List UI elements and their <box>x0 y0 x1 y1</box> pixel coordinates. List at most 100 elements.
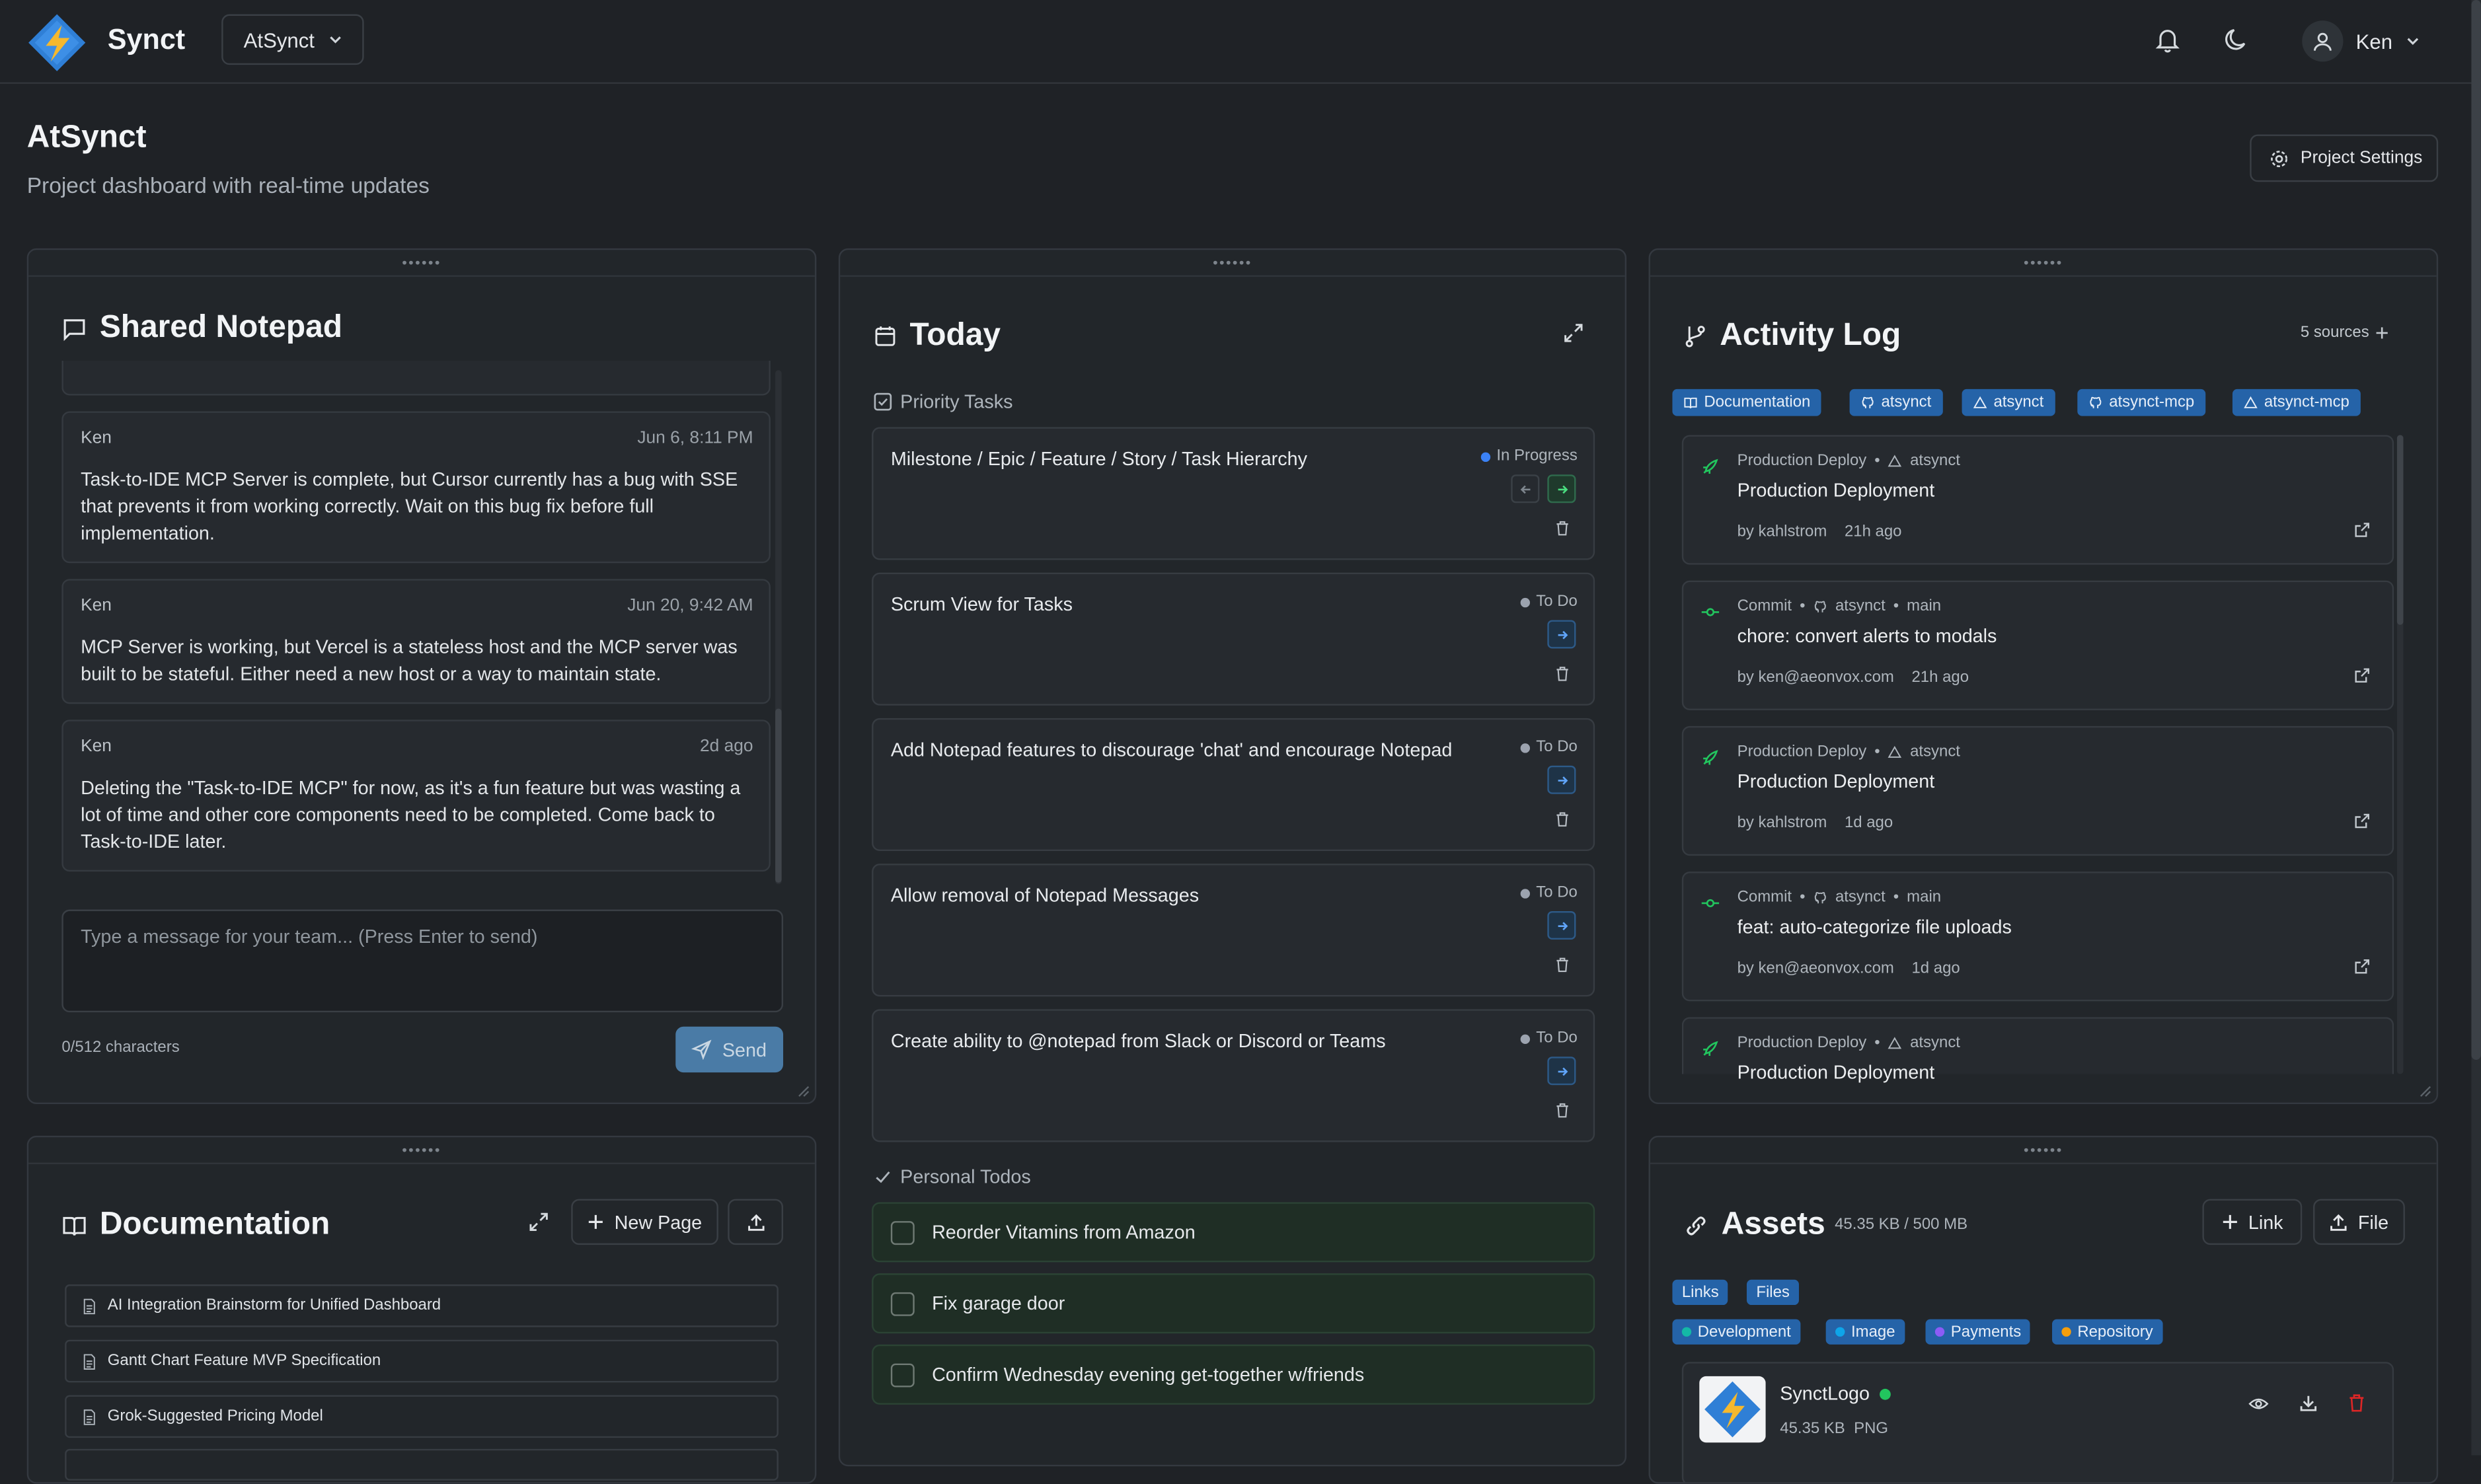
resize-handle-icon[interactable] <box>794 1082 810 1097</box>
external-link-icon[interactable] <box>2354 522 2370 538</box>
plus-icon <box>589 1214 603 1229</box>
trash-icon[interactable] <box>1555 666 1570 682</box>
resize-handle-icon[interactable] <box>2416 1082 2432 1097</box>
move-right-button[interactable] <box>1547 765 1576 794</box>
project-select[interactable]: AtSynct <box>221 14 364 65</box>
activity-entry[interactable]: Production Deploy • atsynct Production Dep… <box>1681 435 2394 565</box>
source-chip-vercel[interactable]: atsynct <box>1962 389 2055 416</box>
upload-file-button[interactable]: File <box>2313 1199 2405 1245</box>
doc-item[interactable]: Grok-Suggested Pricing Model <box>65 1395 779 1438</box>
bell-icon[interactable] <box>2153 25 2182 54</box>
sources-count: 5 sources <box>2300 324 2369 342</box>
category-chip-image[interactable]: Image <box>1825 1319 1905 1345</box>
task-status: To Do <box>1520 593 1578 611</box>
message-input[interactable]: Type a message for your team... (Press E… <box>61 909 784 1013</box>
github-icon <box>1814 601 1826 612</box>
category-label: Payments <box>1950 1323 2022 1341</box>
activity-entry[interactable]: Production Deploy • atsynct Production Dep… <box>1681 1017 2394 1084</box>
new-page-label: New Page <box>614 1210 703 1234</box>
trash-icon[interactable] <box>1555 811 1570 827</box>
activity-entry[interactable]: Production Deploy • atsynct Production Dep… <box>1681 725 2394 856</box>
doc-title: Grok-Suggested Pricing Model <box>107 1407 323 1425</box>
add-link-button[interactable]: Link <box>2202 1199 2303 1245</box>
category-chip-payments[interactable]: Payments <box>1925 1319 2031 1345</box>
task-card[interactable]: Add Notepad features to discourage 'chat… <box>872 718 1595 851</box>
doc-item[interactable]: AI Integration Brainstorm for Unified Da… <box>65 1284 779 1327</box>
category-chip-development[interactable]: Development <box>1672 1319 1801 1345</box>
task-card[interactable]: Create ability to @notepad from Slack or… <box>872 1009 1595 1142</box>
asset-card[interactable]: SynctLogo 45.35 KB PNG <box>1681 1362 2394 1483</box>
asset-thumbnail-logo-icon <box>1699 1376 1766 1443</box>
drag-handle[interactable]: •••••• <box>840 250 1625 277</box>
expand-icon[interactable] <box>1563 322 1584 343</box>
message-card: Ken 2d ago Deleting the "Task-to-IDE MCP… <box>61 720 771 872</box>
book-icon <box>1684 397 1697 408</box>
upload-doc-button[interactable] <box>728 1199 784 1245</box>
message-square-icon <box>63 318 85 340</box>
activity-entry[interactable]: Commit • atsynct • main feat: auto-categoriz… <box>1681 872 2394 1002</box>
source-chip-vercel-mcp[interactable]: atsynct-mcp <box>2232 389 2361 416</box>
moon-icon[interactable] <box>2223 25 2252 54</box>
external-link-icon[interactable] <box>2354 813 2370 829</box>
doc-title: Gantt Chart Feature MVP Specification <box>107 1352 381 1370</box>
activity-meta: Production Deploy • atsynct <box>1737 743 1960 761</box>
move-left-button[interactable] <box>1511 474 1540 503</box>
assets-title: Assets <box>1721 1206 1825 1242</box>
source-chip-github[interactable]: atsynct <box>1849 389 1943 416</box>
activity-by: by ken@aeonvox.com <box>1737 669 1894 686</box>
trash-icon[interactable] <box>1555 957 1570 973</box>
drag-handle[interactable]: •••••• <box>1650 250 2437 277</box>
drag-handle[interactable]: •••••• <box>28 1137 815 1164</box>
eye-icon[interactable] <box>2248 1395 2269 1413</box>
trash-icon[interactable] <box>1555 1103 1570 1119</box>
todo-checkbox[interactable] <box>890 1220 915 1244</box>
trash-icon[interactable] <box>1555 521 1570 537</box>
user-menu[interactable]: Ken <box>2302 19 2421 63</box>
todo-item[interactable]: Fix garage door <box>872 1273 1595 1334</box>
external-link-icon[interactable] <box>2354 667 2370 683</box>
category-chip-repository[interactable]: Repository <box>2052 1319 2163 1345</box>
activity-entry[interactable]: Commit • atsynct • main chore: convert alert… <box>1681 580 2394 710</box>
source-chip-github-mcp[interactable]: atsynct-mcp <box>2077 389 2206 416</box>
todo-checkbox[interactable] <box>890 1362 915 1387</box>
filter-chip-links[interactable]: Links <box>1672 1279 1729 1306</box>
todo-item[interactable]: Confirm Wednesday evening get-together w… <box>872 1344 1595 1405</box>
task-title: Allow removal of Notepad Messages <box>890 884 1200 907</box>
task-card[interactable]: Allow removal of Notepad Messages To Do <box>872 864 1595 997</box>
filter-chip-files[interactable]: Files <box>1746 1279 1800 1306</box>
synct-logo-icon[interactable] <box>27 13 87 73</box>
doc-item-partial[interactable] <box>65 1448 779 1481</box>
download-icon[interactable] <box>2299 1393 2318 1413</box>
message-text: Task-to-IDE MCP Server is complete, but … <box>81 468 738 544</box>
asset-name: SynctLogo <box>1780 1382 1870 1405</box>
activity-log-panel: •••••• Activity Log 5 sources Documentat… <box>1648 248 2439 1105</box>
activity-scrollbar-thumb[interactable] <box>2396 435 2404 625</box>
move-right-button[interactable] <box>1547 1057 1576 1086</box>
project-settings-button[interactable]: Project Settings <box>2250 134 2439 182</box>
source-chip-documentation[interactable]: Documentation <box>1672 389 1822 416</box>
move-right-button[interactable] <box>1547 474 1576 503</box>
move-right-button[interactable] <box>1547 910 1576 940</box>
vercel-triangle-icon <box>1973 396 1987 408</box>
external-link-icon[interactable] <box>2354 959 2370 975</box>
todo-checkbox[interactable] <box>890 1291 915 1316</box>
task-status-text: To Do <box>1536 884 1578 902</box>
send-button[interactable]: Send <box>675 1026 784 1073</box>
activity-title-text: chore: convert alerts to modals <box>1737 624 1997 648</box>
task-card[interactable]: Milestone / Epic / Feature / Story / Tas… <box>872 427 1595 560</box>
activity-time: 21h ago <box>1911 669 1969 686</box>
task-card[interactable]: Scrum View for Tasks To Do <box>872 572 1595 706</box>
drag-handle[interactable]: •••••• <box>28 250 815 277</box>
gear-icon <box>2271 149 2288 167</box>
trash-icon[interactable] <box>2348 1393 2365 1413</box>
drag-handle[interactable]: •••••• <box>1650 1137 2437 1164</box>
assets-usage: 45.35 KB / 500 MB <box>1835 1216 1968 1234</box>
move-right-button[interactable] <box>1547 620 1576 649</box>
doc-item[interactable]: Gantt Chart Feature MVP Specification <box>65 1339 779 1383</box>
notepad-scrollbar-thumb[interactable] <box>775 708 782 883</box>
new-page-button[interactable]: New Page <box>571 1199 718 1245</box>
todo-item[interactable]: Reorder Vitamins from Amazon <box>872 1202 1595 1263</box>
page-scrollbar-thumb[interactable] <box>2471 0 2481 1060</box>
expand-icon[interactable] <box>529 1212 549 1232</box>
sources-button[interactable]: 5 sources <box>2301 324 2390 342</box>
